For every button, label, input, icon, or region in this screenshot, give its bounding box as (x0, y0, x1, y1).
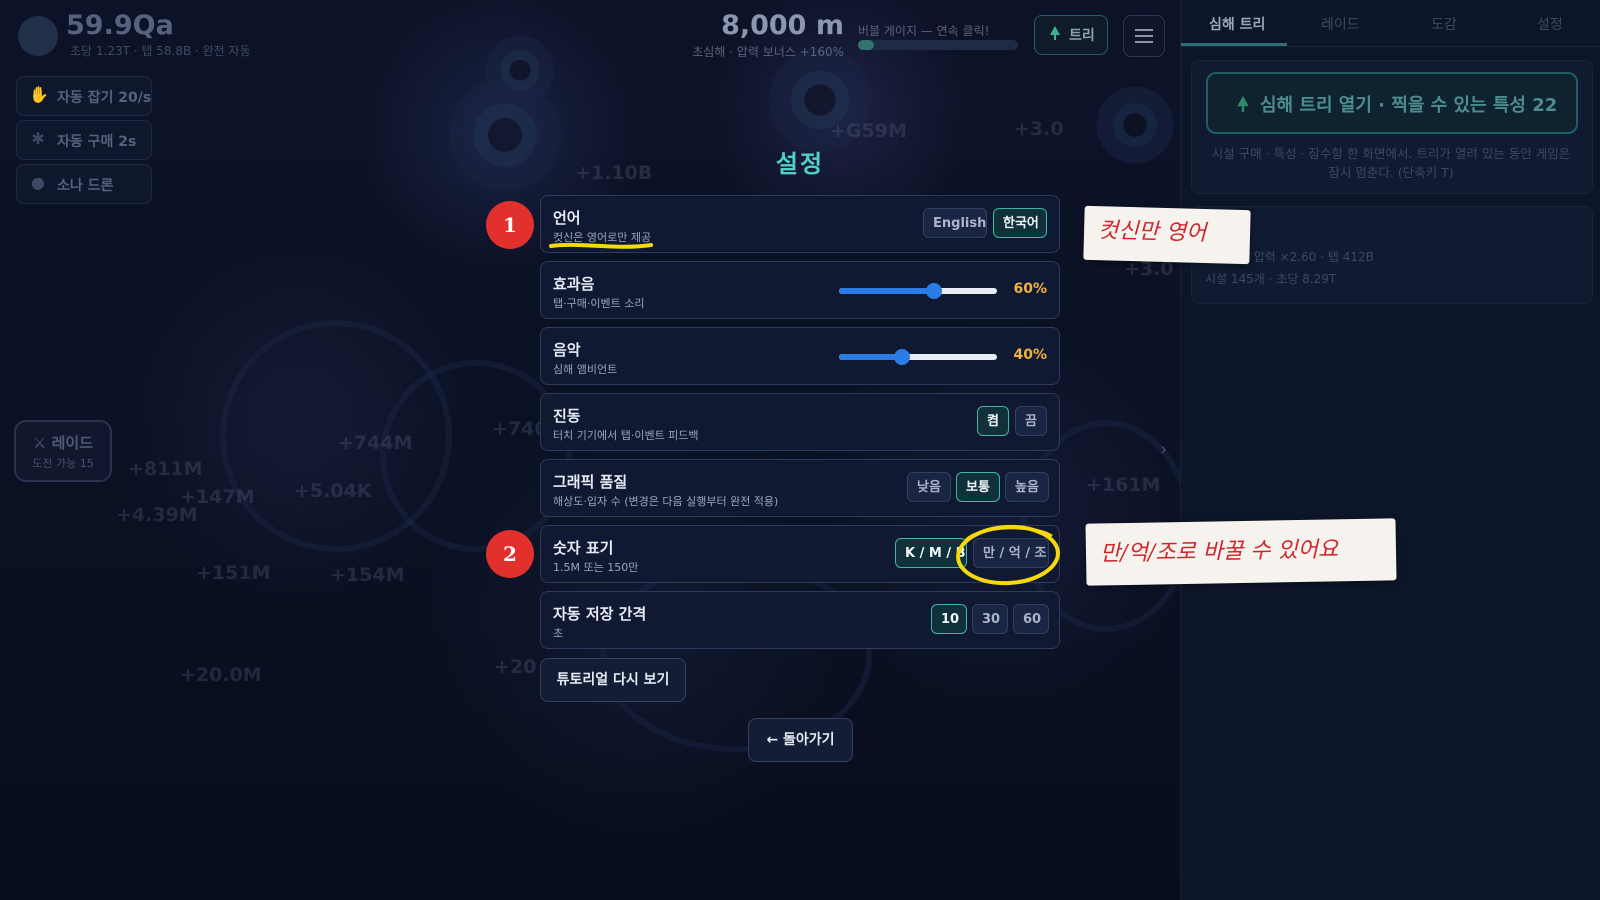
music-label: 음악 (553, 341, 581, 359)
tree-icon (1050, 26, 1060, 40)
language-english-button[interactable]: English (923, 208, 987, 238)
tree-button-label: 트리 (1069, 28, 1095, 44)
autosave-sub: 초 (553, 627, 564, 640)
tab-raid[interactable]: 레이드 (1321, 14, 1360, 34)
music-sub: 심해 앰비언트 (553, 363, 618, 376)
currency-amount: 59.9Qa (66, 10, 174, 41)
number-format-sub: 1.5M 또는 150만 (553, 561, 639, 574)
music-slider-knob[interactable] (894, 349, 911, 365)
vibration-off-button[interactable]: 끔 (1015, 406, 1047, 436)
right-panel: 심해 트리 레이드 도감 설정 심해 트리 열기 · 찍을 수 있는 특성 22… (1180, 0, 1600, 900)
menu-button[interactable] (1123, 15, 1165, 57)
vibration-row: 진동 터치 기기에서 탭·이벤트 피드백 켬 끔 (540, 393, 1060, 451)
graphics-high-button[interactable]: 높음 (1005, 472, 1049, 502)
depth-readout: 8,000 m (721, 10, 844, 41)
music-row: 음악 심해 앰비언트 40% (540, 327, 1060, 385)
tree-icon (1237, 96, 1249, 112)
sfx-sub: 탭·구매·이벤트 소리 (553, 297, 645, 310)
annotation-badge-2: 2 (486, 530, 534, 578)
menu-icon-bar (1135, 35, 1153, 37)
graphics-row: 그래픽 품질 해상도·입자 수 (변경은 다음 실행부터 완전 적용) 낮음 보… (540, 459, 1060, 517)
music-slider[interactable] (839, 349, 997, 365)
depth-bonus: 초심해 · 압력 보너스 +160% (692, 45, 844, 59)
raid-sub: 도전 가능 15 (32, 457, 94, 470)
tree-description: 시설 구매 · 특성 · 잠수함 한 화면에서. 트리가 열려 있는 동안 게임… (1211, 146, 1571, 180)
hand-icon: ✋ (29, 85, 49, 104)
underline-highlight (549, 242, 653, 249)
tab-settings[interactable]: 설정 (1537, 14, 1563, 34)
currency-icon (18, 16, 58, 56)
vibration-label: 진동 (553, 407, 581, 425)
raid-title: ⚔ 레이드 (32, 434, 94, 452)
autosave-label: 자동 저장 간격 (553, 605, 647, 623)
sfx-slider[interactable] (839, 283, 997, 299)
tab-collection[interactable]: 도감 (1431, 14, 1457, 34)
sonar-drone-label: 소나 드론 (57, 178, 114, 194)
vibration-on-button[interactable]: 켬 (977, 406, 1009, 436)
sfx-value: 60% (1013, 281, 1047, 297)
music-value: 40% (1013, 347, 1047, 363)
tab-divider (1181, 46, 1600, 47)
bubble-gauge-fill (858, 40, 874, 50)
annotation-note-2: 만/억/조로 바꿀 수 있어요 (1085, 518, 1397, 586)
sfx-row: 효과음 탭·구매·이벤트 소리 60% (540, 261, 1060, 319)
bubble-gauge-label: 버블 게이지 — 연속 클릭! (858, 24, 990, 38)
sfx-slider-fill (839, 288, 934, 294)
number-format-label: 숫자 표기 (553, 539, 614, 557)
chevron-right-icon[interactable]: › (1160, 430, 1174, 470)
submarine-card-facilities: 시설 145개 · 초당 8.29T (1205, 272, 1337, 286)
sonar-icon: ● (31, 173, 45, 192)
raid-button[interactable]: ⚔ 레이드 도전 가능 15 (14, 420, 112, 482)
graphics-low-button[interactable]: 낮음 (907, 472, 951, 502)
auto-buy-button[interactable]: ✱ 자동 구매 2s (16, 120, 152, 160)
bubble-gauge (858, 40, 1018, 50)
auto-catch-label: 자동 잡기 20/s (57, 90, 152, 106)
auto-catch-button[interactable]: ✋ 자동 잡기 20/s (16, 76, 152, 116)
autosave-row: 자동 저장 간격 초 10 30 60 (540, 591, 1060, 649)
graphics-label: 그래픽 품질 (553, 473, 628, 491)
annotation-badge-1: 1 (486, 201, 534, 249)
auto-buy-label: 자동 구매 2s (57, 134, 137, 150)
settings-title: 설정 (775, 150, 825, 178)
annotation-note-1: 컷신만 영어 (1083, 205, 1251, 265)
graphics-sub: 해상도·입자 수 (변경은 다음 실행부터 완전 적용) (553, 495, 779, 508)
gear-icon: ✱ (31, 129, 45, 148)
open-tree-button[interactable]: 심해 트리 열기 · 찍을 수 있는 특성 22 (1206, 72, 1578, 134)
circle-highlight (956, 524, 1060, 586)
replay-tutorial-button[interactable]: 튜토리얼 다시 보기 (540, 658, 686, 702)
music-slider-fill (839, 354, 903, 360)
vibration-sub: 터치 기기에서 탭·이벤트 피드백 (553, 429, 699, 442)
sfx-label: 효과음 (553, 275, 595, 293)
language-label: 언어 (553, 209, 581, 227)
right-panel-tabs: 심해 트리 레이드 도감 설정 (1181, 0, 1600, 47)
tree-button[interactable]: 트리 (1034, 15, 1108, 55)
sonar-drone-button[interactable]: ● 소나 드론 (16, 164, 152, 204)
back-button[interactable]: ← 돌아가기 (748, 718, 853, 762)
language-korean-button[interactable]: 한국어 (993, 208, 1047, 238)
autosave-60-button[interactable]: 60 (1013, 604, 1049, 634)
graphics-medium-button[interactable]: 보통 (956, 472, 1000, 502)
autosave-30-button[interactable]: 30 (972, 604, 1008, 634)
menu-icon-bar (1135, 41, 1153, 43)
open-tree-label: 심해 트리 열기 · 찍을 수 있는 특성 22 (1260, 95, 1558, 116)
income-summary: 초당 1.23T · 탭 58.8B · 완전 자동 (70, 44, 251, 58)
autosave-10-button[interactable]: 10 (931, 604, 967, 634)
sfx-slider-knob[interactable] (925, 283, 942, 299)
tab-deep-sea-tree[interactable]: 심해 트리 (1209, 14, 1265, 34)
menu-icon (1135, 29, 1153, 31)
